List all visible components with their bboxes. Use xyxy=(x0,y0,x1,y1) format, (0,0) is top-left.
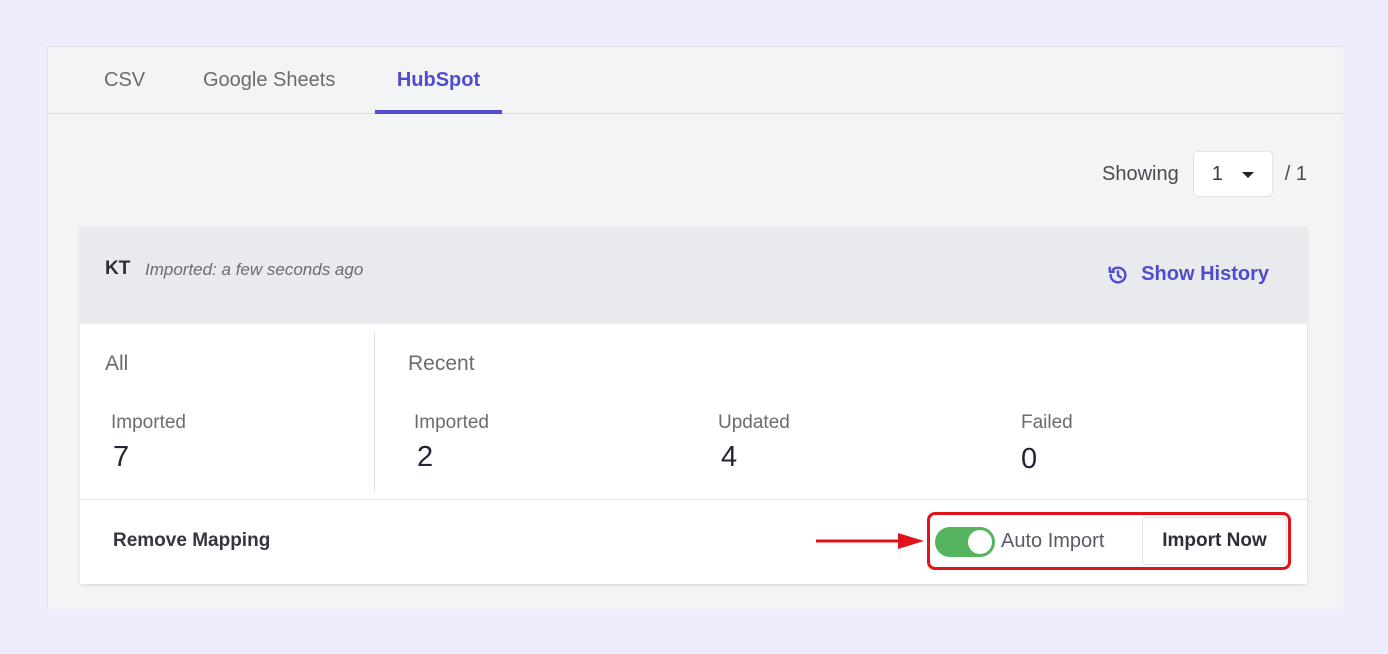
page-select[interactable]: 1 xyxy=(1192,151,1273,197)
import-stats: All Imported 7 Recent Imported 2 Updated… xyxy=(80,324,1307,500)
pager-total: / 1 xyxy=(1284,162,1307,185)
stats-divider xyxy=(374,332,375,492)
annotation-arrow-icon xyxy=(816,533,924,549)
recent-failed-label: Failed xyxy=(1021,412,1073,433)
all-group-label: All xyxy=(105,352,129,375)
tab-hubspot[interactable]: HubSpot xyxy=(375,47,502,114)
recent-imported-value: 2 xyxy=(417,441,434,473)
mapping-card: KT Imported: a few seconds ago Show Hist… xyxy=(80,227,1307,584)
mapping-card-footer: Remove Mapping Auto Import Import Now xyxy=(80,500,1307,584)
recent-updated-label: Updated xyxy=(718,412,790,433)
import-panel: CSV Google Sheets HubSpot Showing 1 / 1 … xyxy=(47,46,1343,609)
toggle-knob xyxy=(968,530,992,554)
show-history-button[interactable]: Show History xyxy=(1107,263,1269,286)
history-icon xyxy=(1108,265,1127,284)
auto-import-label: Auto Import xyxy=(1001,530,1105,552)
import-now-button[interactable]: Import Now xyxy=(1142,517,1287,565)
recent-group-label: Recent xyxy=(408,352,475,375)
auto-import-toggle[interactable] xyxy=(935,527,995,557)
recent-failed-value: 0 xyxy=(1021,443,1038,475)
mapping-name: KT xyxy=(105,258,131,279)
source-tabs: CSV Google Sheets HubSpot xyxy=(48,47,1343,114)
tab-csv[interactable]: CSV xyxy=(104,47,145,113)
imported-timestamp: Imported: a few seconds ago xyxy=(145,260,364,279)
caret-down-icon xyxy=(1241,172,1254,178)
all-imported-label: Imported xyxy=(111,412,186,433)
tab-google-sheets[interactable]: Google Sheets xyxy=(203,47,335,113)
page-select-value: 1 xyxy=(1211,162,1223,185)
remove-mapping-button[interactable]: Remove Mapping xyxy=(113,530,270,552)
pagination: Showing 1 / 1 xyxy=(1102,150,1307,198)
mapping-card-header: KT Imported: a few seconds ago Show Hist… xyxy=(80,227,1307,324)
recent-updated-value: 4 xyxy=(721,441,738,473)
show-history-label: Show History xyxy=(1141,263,1269,285)
pager-prefix: Showing xyxy=(1102,162,1179,185)
recent-imported-label: Imported xyxy=(414,412,489,433)
all-imported-value: 7 xyxy=(113,441,130,473)
